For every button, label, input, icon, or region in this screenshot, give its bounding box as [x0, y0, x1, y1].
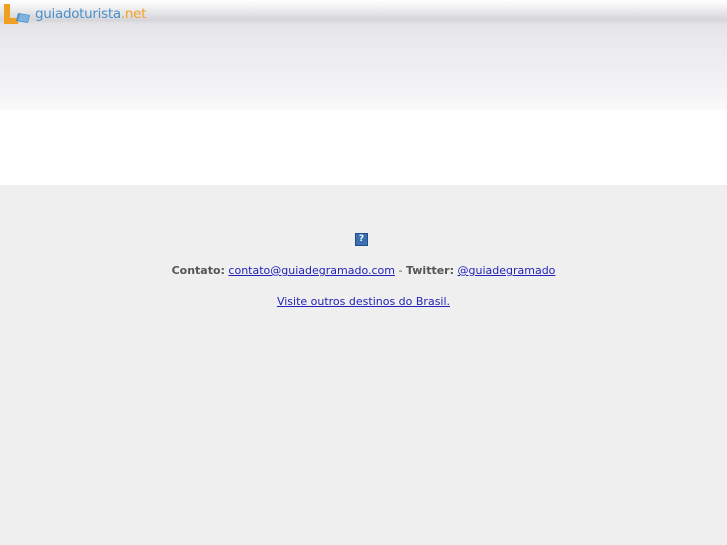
broken-image-icon: ?	[355, 233, 368, 246]
logo-text-main: guiadoturista	[35, 6, 121, 22]
separator: -	[398, 264, 403, 277]
destinos-line: Visite outros destinos do Brasil.	[0, 294, 727, 310]
contact-email-link[interactable]: contato@guiadegramado.com	[228, 264, 395, 277]
twitter-handle-link[interactable]: @guiadegramado	[458, 264, 556, 277]
logo-text: guiadoturista.net	[35, 3, 146, 25]
logo-text-tld: .net	[120, 6, 147, 22]
header-bar: guiadoturista.net	[0, 0, 727, 110]
main-content: ? Contato: contato@guiadegramado.com - T…	[0, 185, 727, 545]
site-logo[interactable]: guiadoturista.net	[4, 3, 146, 25]
logo-mark-icon	[4, 3, 34, 25]
contact-label: Contato:	[171, 264, 225, 277]
contact-line: Contato: contato@guiadegramado.com - Twi…	[0, 263, 727, 279]
destinos-link[interactable]: Visite outros destinos do Brasil.	[277, 295, 450, 308]
banner-area	[0, 110, 727, 185]
twitter-label: Twitter:	[405, 264, 454, 277]
